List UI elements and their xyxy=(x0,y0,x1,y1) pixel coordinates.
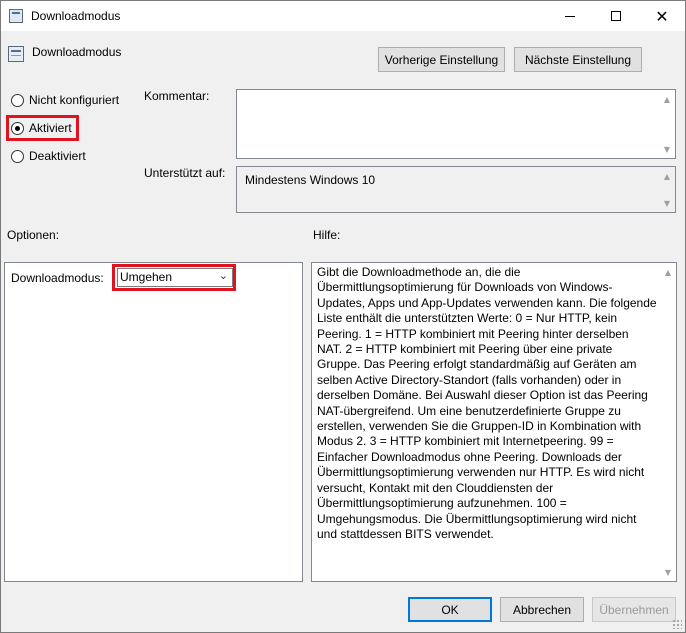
policy-icon xyxy=(9,9,23,23)
radio-not-configured[interactable]: Nicht konfiguriert xyxy=(11,93,119,107)
previous-setting-button[interactable]: Vorherige Einstellung xyxy=(378,47,505,72)
comment-textarea[interactable]: ▲ ▼ xyxy=(236,89,676,159)
scroll-down-icon[interactable]: ▼ xyxy=(659,196,675,210)
apply-button: Übernehmen xyxy=(592,597,676,622)
radio-disabled[interactable]: Deaktiviert xyxy=(11,149,86,163)
ok-button[interactable]: OK xyxy=(408,597,492,622)
download-mode-label: Downloadmodus: xyxy=(11,271,104,285)
highlight-box-enabled xyxy=(6,115,79,141)
title-bar: Downloadmodus ✕ xyxy=(1,1,685,31)
scroll-up-icon[interactable]: ▲ xyxy=(659,92,675,106)
cancel-button[interactable]: Abbrechen xyxy=(500,597,584,622)
minimize-icon xyxy=(565,15,575,17)
comment-label: Kommentar: xyxy=(144,89,210,103)
supported-on-label: Unterstützt auf: xyxy=(144,166,226,180)
help-text: Gibt die Downloadmethode an, die die Übe… xyxy=(317,265,657,541)
window-title: Downloadmodus xyxy=(31,9,121,23)
help-label: Hilfe: xyxy=(313,228,341,242)
maximize-button[interactable] xyxy=(593,1,639,31)
radio-circle xyxy=(11,93,24,107)
setting-title: Downloadmodus xyxy=(32,45,122,59)
help-scrollbar[interactable]: ▲ ▼ xyxy=(660,263,676,581)
comment-scrollbar[interactable]: ▲ ▼ xyxy=(659,90,675,158)
scroll-down-icon[interactable]: ▼ xyxy=(659,142,675,156)
setting-icon xyxy=(8,46,24,62)
radio-label: Nicht konfiguriert xyxy=(29,93,120,107)
scroll-down-icon[interactable]: ▼ xyxy=(660,565,676,579)
resize-grip-icon[interactable] xyxy=(672,619,682,629)
supported-on-field: Mindestens Windows 10 ▲ ▼ xyxy=(236,166,676,213)
maximize-icon xyxy=(611,11,621,21)
supported-scrollbar[interactable]: ▲ ▼ xyxy=(659,167,675,212)
policy-dialog: Downloadmodus ✕ Downloadmodus Vorherige … xyxy=(0,0,686,633)
scroll-up-icon[interactable]: ▲ xyxy=(660,265,676,279)
radio-circle xyxy=(11,149,24,163)
options-panel xyxy=(4,262,303,582)
next-setting-button[interactable]: Nächste Einstellung xyxy=(514,47,642,72)
minimize-button[interactable] xyxy=(547,1,593,31)
highlight-box-dropdown xyxy=(112,264,236,291)
close-button[interactable]: ✕ xyxy=(639,1,685,31)
options-label: Optionen: xyxy=(7,228,60,242)
close-icon: ✕ xyxy=(655,6,669,26)
supported-on-value: Mindestens Windows 10 xyxy=(245,173,376,187)
scroll-up-icon[interactable]: ▲ xyxy=(659,169,675,183)
radio-label: Deaktiviert xyxy=(29,149,86,163)
help-panel: Gibt die Downloadmethode an, die die Übe… xyxy=(311,262,677,582)
